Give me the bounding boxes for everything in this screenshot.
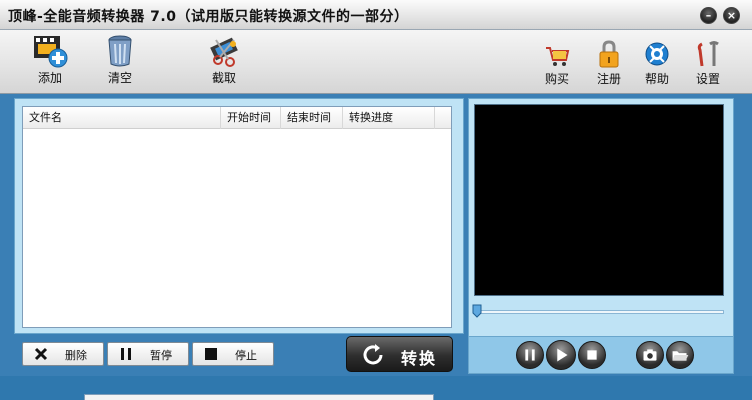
film-add-icon xyxy=(34,36,68,68)
pause-icon xyxy=(121,348,131,360)
column-header-filename[interactable]: 文件名 xyxy=(23,107,221,129)
window-title: 顶峰-全能音频转换器 7.0（试用版只能转换源文件的一部分） xyxy=(8,9,409,25)
convert-button[interactable]: 转换 xyxy=(346,336,453,372)
player-stop-button[interactable] xyxy=(578,341,606,369)
toolbar: 添加 清空 截取 购买 注册 帮助 设置 xyxy=(0,30,752,94)
trim-button[interactable]: 截取 xyxy=(194,34,254,90)
close-icon: × xyxy=(726,9,737,22)
x-icon xyxy=(34,347,48,361)
playback-progress-track[interactable] xyxy=(474,310,724,314)
player-pause-button[interactable] xyxy=(516,341,544,369)
trash-can-icon xyxy=(108,35,132,67)
stop-label: 停止 xyxy=(235,349,257,362)
stop-icon xyxy=(205,348,217,360)
output-path-field[interactable] xyxy=(84,394,434,400)
column-header-end-time[interactable]: 结束时间 xyxy=(281,107,343,129)
help-icon xyxy=(645,42,669,66)
scissors-film-icon xyxy=(210,37,238,67)
settings-label: 设置 xyxy=(695,72,720,86)
pause-button[interactable]: 暂停 xyxy=(107,342,189,366)
refresh-icon xyxy=(363,344,383,365)
app-window: 顶峰-全能音频转换器 7.0（试用版只能转换源文件的一部分） – × 添加 清空… xyxy=(0,0,752,400)
column-header-start-time[interactable]: 开始时间 xyxy=(221,107,281,129)
add-button[interactable]: 添加 xyxy=(20,34,80,90)
close-button[interactable]: × xyxy=(723,7,740,24)
buy-button[interactable]: 购买 xyxy=(527,34,587,90)
file-list-header: 文件名 开始时间 结束时间 转换进度 xyxy=(23,107,451,129)
buy-label: 购买 xyxy=(544,72,569,86)
padlock-icon xyxy=(599,40,619,68)
clear-label: 清空 xyxy=(107,71,132,85)
title-bar: 顶峰-全能音频转换器 7.0（试用版只能转换源文件的一部分） – × xyxy=(0,0,752,30)
trim-label: 截取 xyxy=(211,71,236,85)
add-label: 添加 xyxy=(37,71,62,85)
pause-icon xyxy=(525,349,535,361)
snapshot-button[interactable] xyxy=(636,341,664,369)
file-list[interactable]: 文件名 开始时间 结束时间 转换进度 xyxy=(22,106,452,328)
delete-label: 删除 xyxy=(65,349,87,362)
pause-label: 暂停 xyxy=(150,349,172,362)
open-folder-icon xyxy=(672,351,689,361)
tools-icon xyxy=(697,41,719,67)
column-header-progress[interactable]: 转换进度 xyxy=(343,107,435,129)
clear-button[interactable]: 清空 xyxy=(90,34,150,90)
open-folder-button[interactable] xyxy=(666,341,694,369)
settings-button[interactable]: 设置 xyxy=(678,34,738,90)
stop-icon xyxy=(587,350,597,360)
playback-progress-thumb[interactable] xyxy=(472,304,482,318)
snapshot-icon xyxy=(643,349,657,361)
player-play-button[interactable] xyxy=(546,340,576,370)
shopping-cart-icon xyxy=(546,47,570,66)
convert-label: 转换 xyxy=(401,349,438,368)
play-icon xyxy=(557,348,568,362)
minimize-icon: – xyxy=(705,9,712,22)
minimize-button[interactable]: – xyxy=(700,7,717,24)
delete-button[interactable]: 删除 xyxy=(22,342,104,366)
stop-button[interactable]: 停止 xyxy=(192,342,274,366)
video-preview xyxy=(474,104,724,296)
